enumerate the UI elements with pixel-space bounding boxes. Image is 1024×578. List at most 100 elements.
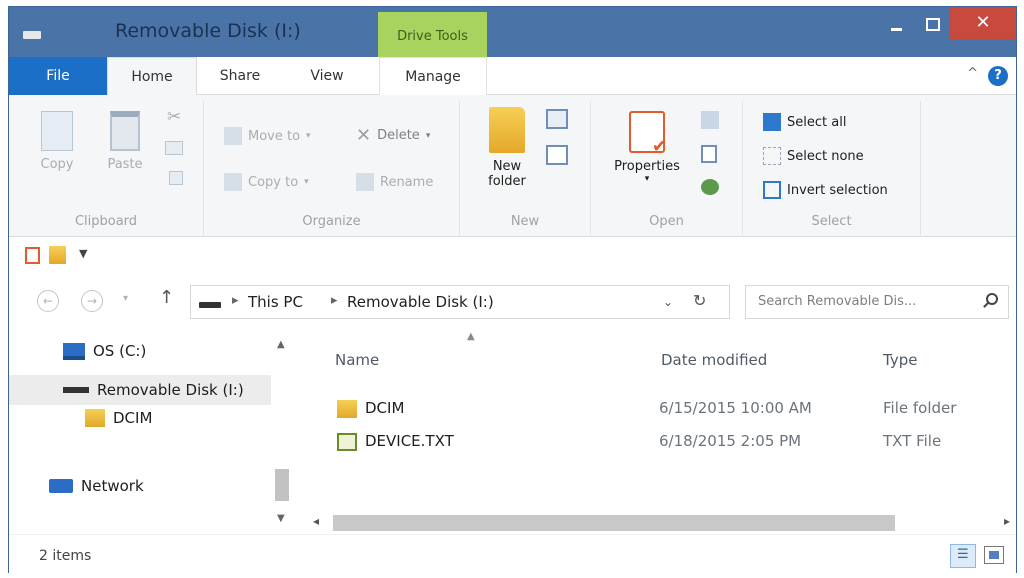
column-header-date-modified[interactable]: Date modified bbox=[661, 351, 767, 369]
nav-item-removable-disk[interactable]: Removable Disk (I:) bbox=[9, 375, 273, 405]
chevron-right-icon[interactable]: ▸ bbox=[331, 293, 338, 308]
table-row[interactable]: DCIM 6/15/2015 10:00 AM File folder bbox=[297, 393, 1016, 423]
copy-to-label: Copy to bbox=[248, 174, 299, 190]
horizontal-scrollbar[interactable]: ◂ ▸ bbox=[297, 512, 1016, 534]
paste-button[interactable]: Paste bbox=[103, 111, 147, 172]
tab-home[interactable]: Home bbox=[107, 57, 197, 96]
breadcrumb-this-pc[interactable]: This PC bbox=[248, 293, 303, 311]
new-item-icon[interactable] bbox=[546, 109, 568, 129]
select-none-label: Select none bbox=[787, 148, 864, 164]
rename-icon bbox=[356, 173, 374, 191]
tab-manage[interactable]: Manage bbox=[379, 57, 487, 95]
up-arrow-icon[interactable]: ↑ bbox=[159, 287, 174, 308]
chevron-right-icon[interactable]: ▸ bbox=[232, 293, 239, 308]
edit-icon[interactable] bbox=[701, 145, 717, 163]
column-header-type[interactable]: Type bbox=[883, 351, 917, 369]
chevron-down-icon[interactable]: ▼ bbox=[277, 513, 285, 524]
invert-selection-button[interactable]: Invert selection bbox=[763, 181, 888, 199]
chevron-left-icon[interactable]: ◂ bbox=[313, 514, 319, 528]
minimize-button[interactable] bbox=[878, 7, 914, 39]
scrollbar-thumb[interactable] bbox=[275, 469, 289, 501]
tab-share[interactable]: Share bbox=[205, 57, 275, 95]
copy-to-button[interactable]: Copy to ▾ bbox=[224, 173, 309, 191]
title-bar[interactable]: Removable Disk (I:) Drive Tools ✕ bbox=[9, 7, 1016, 59]
scrollbar-thumb[interactable] bbox=[333, 515, 895, 531]
chevron-up-icon[interactable]: ▲ bbox=[277, 339, 285, 350]
ribbon: Copy Paste ✂ Clipboard Move to ▾ Copy to… bbox=[9, 95, 1016, 237]
customize-toolbar-icon[interactable]: ▼ bbox=[79, 247, 87, 260]
network-icon bbox=[49, 479, 73, 493]
recent-locations-icon[interactable]: ▾ bbox=[123, 293, 128, 304]
nav-item-network[interactable]: Network bbox=[49, 477, 144, 495]
new-folder-icon[interactable] bbox=[49, 246, 66, 264]
nav-item-os-c[interactable]: OS (C:) bbox=[63, 342, 146, 360]
rename-button[interactable]: Rename bbox=[356, 173, 433, 191]
properties-button[interactable]: Properties ▾ bbox=[605, 111, 689, 184]
easy-access-icon[interactable] bbox=[546, 145, 568, 165]
file-type: TXT File bbox=[883, 432, 942, 450]
table-row[interactable]: DEVICE.TXT 6/18/2015 2:05 PM TXT File bbox=[297, 426, 1016, 456]
select-all-icon bbox=[763, 113, 781, 131]
paste-shortcut-icon[interactable] bbox=[169, 171, 183, 185]
copy-path-icon[interactable] bbox=[165, 141, 183, 155]
tab-view[interactable]: View bbox=[295, 57, 359, 95]
cut-icon[interactable]: ✂ bbox=[167, 107, 181, 127]
new-folder-button[interactable]: New folder bbox=[482, 107, 532, 189]
properties-icon[interactable] bbox=[25, 247, 40, 264]
maximize-button[interactable] bbox=[914, 7, 950, 39]
sort-indicator-icon: ▲ bbox=[467, 331, 475, 342]
back-button[interactable]: ← bbox=[37, 290, 59, 312]
help-icon[interactable]: ? bbox=[988, 66, 1008, 86]
move-to-button[interactable]: Move to ▾ bbox=[224, 127, 311, 145]
chevron-down-icon[interactable]: ⌄ bbox=[663, 295, 673, 309]
file-date: 6/15/2015 10:00 AM bbox=[659, 399, 812, 417]
window-title: Removable Disk (I:) bbox=[115, 20, 301, 42]
address-bar[interactable]: ▸ This PC ▸ Removable Disk (I:) ⌄ ↻ bbox=[190, 285, 730, 319]
paste-label: Paste bbox=[107, 157, 143, 172]
nav-item-label: DCIM bbox=[113, 409, 153, 427]
details-view-button[interactable] bbox=[950, 544, 976, 568]
copy-to-icon bbox=[224, 173, 242, 191]
invert-selection-label: Invert selection bbox=[787, 182, 888, 198]
group-label-new: New bbox=[510, 214, 540, 229]
nav-item-dcim[interactable]: DCIM bbox=[85, 409, 152, 427]
window-controls: ✕ bbox=[878, 7, 1016, 39]
group-label-select: Select bbox=[811, 214, 852, 229]
select-none-button[interactable]: Select none bbox=[763, 147, 864, 165]
drive-icon bbox=[63, 342, 85, 360]
close-button[interactable]: ✕ bbox=[950, 7, 1016, 39]
tab-file[interactable]: File bbox=[9, 57, 107, 95]
select-all-button[interactable]: Select all bbox=[763, 113, 846, 131]
refresh-icon[interactable]: ↻ bbox=[693, 291, 706, 310]
history-icon[interactable] bbox=[701, 179, 719, 195]
chevron-up-icon[interactable]: ^ bbox=[967, 66, 978, 81]
properties-icon bbox=[629, 111, 667, 157]
search-input[interactable] bbox=[758, 294, 970, 309]
new-folder-label-line1: New bbox=[492, 159, 522, 174]
properties-label: Properties bbox=[614, 159, 680, 174]
nav-scrollbar[interactable]: ▲ ▼ bbox=[271, 329, 293, 534]
copy-button[interactable]: Copy bbox=[35, 111, 79, 172]
rename-label: Rename bbox=[380, 174, 434, 190]
breadcrumb-removable-disk[interactable]: Removable Disk (I:) bbox=[347, 293, 494, 311]
search-box[interactable] bbox=[745, 285, 1009, 319]
move-to-label: Move to bbox=[248, 128, 301, 144]
column-header-name[interactable]: Name bbox=[335, 351, 379, 369]
large-icons-view-button[interactable] bbox=[984, 546, 1004, 564]
search-icon[interactable] bbox=[986, 293, 998, 305]
group-label-clipboard: Clipboard bbox=[74, 214, 138, 229]
select-none-icon bbox=[763, 147, 781, 165]
nav-item-label: Removable Disk (I:) bbox=[97, 381, 244, 399]
file-type: File folder bbox=[883, 399, 957, 417]
forward-button[interactable]: → bbox=[81, 290, 103, 312]
open-icon[interactable] bbox=[701, 111, 719, 129]
group-label-open: Open bbox=[649, 214, 684, 229]
folder-icon bbox=[337, 400, 357, 418]
file-list: ▲ Name Date modified Type DCIM 6/15/2015… bbox=[297, 329, 1016, 534]
chevron-right-icon[interactable]: ▸ bbox=[1004, 514, 1010, 528]
tab-drive-tools: Drive Tools bbox=[378, 12, 487, 59]
group-clipboard: Copy Paste ✂ Clipboard bbox=[9, 101, 204, 235]
chevron-down-icon: ▾ bbox=[425, 130, 431, 141]
delete-button[interactable]: ✕ Delete ▾ bbox=[356, 125, 430, 146]
drive-icon[interactable] bbox=[23, 31, 41, 39]
